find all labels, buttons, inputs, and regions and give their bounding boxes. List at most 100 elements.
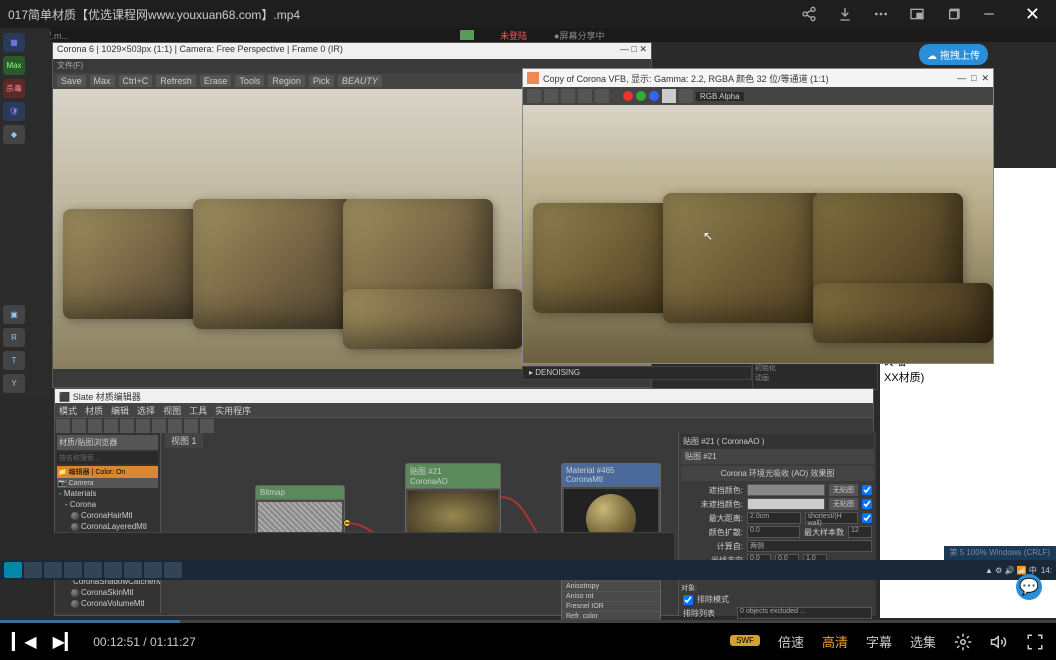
upload-button[interactable]: ☁拖拽上传	[919, 44, 988, 65]
search-field[interactable]: 按名称搜索...	[57, 452, 158, 464]
prop-btn[interactable]: 无贴图	[829, 498, 858, 510]
tool-btn[interactable]	[184, 419, 198, 433]
sidebar-icon[interactable]: ◆	[3, 125, 25, 144]
tool-btn[interactable]	[679, 89, 693, 103]
sidebar-icon[interactable]: Y	[3, 374, 25, 393]
red-dot-icon[interactable]	[623, 91, 633, 101]
menu-view[interactable]: 视图	[163, 404, 181, 416]
window-close-icon[interactable]: ✕	[639, 44, 647, 58]
preset-item[interactable]: 📷 Camera	[57, 478, 158, 488]
more-icon[interactable]	[873, 6, 889, 22]
pip-icon[interactable]	[909, 6, 925, 22]
window-min-icon[interactable]: —	[957, 73, 966, 83]
task-icon[interactable]	[104, 562, 122, 578]
prop-btn[interactable]: 无贴图	[829, 484, 858, 496]
tool-btn[interactable]	[544, 89, 558, 103]
subtitle-button[interactable]: 字幕	[866, 632, 892, 651]
toolbar-save[interactable]: Save	[57, 75, 86, 87]
system-tray[interactable]: ▲ ⚙ 🔊 📶 中 14:	[985, 565, 1052, 576]
quality-button[interactable]: 高清	[822, 632, 848, 651]
green-dot-icon[interactable]	[636, 91, 646, 101]
tool-btn[interactable]	[104, 419, 118, 433]
dropdown[interactable]: 两侧	[747, 540, 872, 552]
minimize-icon[interactable]	[981, 6, 997, 22]
sidebar-icon[interactable]: R	[3, 328, 25, 347]
toolbar-pick[interactable]: Pick	[309, 75, 334, 87]
toolbar-beauty[interactable]: BEAUTY	[338, 75, 382, 87]
tool-btn[interactable]	[152, 419, 166, 433]
blue-dot-icon[interactable]	[649, 91, 659, 101]
corona-group[interactable]: - Corona	[57, 499, 158, 510]
share-icon[interactable]	[801, 6, 817, 22]
sidebar-icon[interactable]: ▦	[3, 33, 25, 52]
tool-btn[interactable]	[578, 89, 592, 103]
copy-titlebar[interactable]: Copy of Corona VFB, 显示: Gamma: 2.2, RGBA…	[523, 69, 993, 87]
task-icon[interactable]	[44, 562, 62, 578]
corona-titlebar[interactable]: Corona 6 | 1029×503px (1:1) | Camera: Fr…	[53, 43, 651, 59]
task-icon[interactable]	[144, 562, 162, 578]
prop-tab[interactable]: 贴图 #21	[681, 449, 874, 464]
spinner[interactable]: 2.0cm	[747, 512, 801, 524]
sidebar-icon[interactable]: T	[3, 351, 25, 370]
tool-btn[interactable]	[72, 419, 86, 433]
node-slot[interactable]: Aniso rot	[562, 591, 660, 601]
menu-select[interactable]: 选择	[137, 404, 155, 416]
menu-utilities[interactable]: 实用程序	[215, 404, 251, 416]
spinner[interactable]: 0.0	[747, 526, 800, 538]
task-icon[interactable]	[84, 562, 102, 578]
toolbar-erase[interactable]: Erase	[200, 75, 232, 87]
tool-btn[interactable]	[527, 89, 541, 103]
node-slot[interactable]: Anisotropy	[562, 581, 660, 591]
tool-btn[interactable]	[88, 419, 102, 433]
restore-icon[interactable]	[945, 6, 961, 22]
toolbar-max[interactable]: Max	[90, 75, 115, 87]
toolbar-tools[interactable]: Tools	[235, 75, 264, 87]
task-icon[interactable]	[64, 562, 82, 578]
window-max-icon[interactable]: □	[971, 73, 976, 83]
color-swatch[interactable]	[747, 498, 825, 510]
playlist-button[interactable]: 选集	[910, 632, 936, 651]
task-icon[interactable]	[164, 562, 182, 578]
download-icon[interactable]	[837, 6, 853, 22]
checkbox[interactable]	[862, 513, 872, 523]
window-max-icon[interactable]: □	[632, 44, 637, 58]
material-item[interactable]: CoronaHairMtl	[57, 510, 158, 521]
channel-select[interactable]: RGB Alpha	[696, 92, 744, 101]
sidebar-icon-max[interactable]: Max	[3, 56, 25, 75]
progress-bar[interactable]	[0, 620, 1056, 623]
prev-button[interactable]: ▎◀	[12, 632, 37, 652]
task-icon[interactable]	[24, 562, 42, 578]
tool-btn[interactable]	[56, 419, 70, 433]
exclude-button[interactable]: 0 objects excluded ...	[737, 607, 872, 619]
chat-bubble-icon[interactable]: 💬	[1016, 574, 1042, 600]
toolbar-refresh[interactable]: Refresh	[156, 75, 196, 87]
start-button[interactable]	[4, 562, 22, 578]
material-item[interactable]: CoronaLayeredMtl	[57, 521, 158, 532]
checkbox[interactable]	[862, 499, 872, 509]
tool-btn[interactable]	[662, 89, 676, 103]
toolbar-copy[interactable]: Ctrl+C	[119, 75, 153, 87]
checkbox[interactable]	[683, 595, 693, 605]
node-slot[interactable]: Fresnel IOR	[562, 601, 660, 611]
task-icon[interactable]	[124, 562, 142, 578]
materials-group[interactable]: - Materials	[57, 488, 158, 499]
sidebar-icon[interactable]: ▣	[3, 305, 25, 324]
preset-bar[interactable]: 📁 编辑器 | Color: On	[57, 466, 158, 478]
checkbox[interactable]	[862, 485, 872, 495]
toolbar-region[interactable]: Region	[268, 75, 305, 87]
menu-edit[interactable]: 编辑	[111, 404, 129, 416]
volume-icon[interactable]	[990, 633, 1008, 651]
tool-btn[interactable]	[120, 419, 134, 433]
menu-tools[interactable]: 工具	[189, 404, 207, 416]
tool-btn[interactable]	[561, 89, 575, 103]
menu-material[interactable]: 材质	[85, 404, 103, 416]
close-button[interactable]: ✕	[1017, 4, 1048, 25]
sidebar-icon[interactable]: 🛡	[3, 102, 25, 121]
material-item[interactable]: CoronaVolumeMtl	[57, 598, 158, 609]
slate-titlebar[interactable]: ⬛ Slate 材质编辑器	[55, 389, 873, 403]
render-viewport-right[interactable]: ↖	[523, 105, 993, 363]
window-min-icon[interactable]: —	[620, 44, 629, 58]
fullscreen-icon[interactable]	[1026, 633, 1044, 651]
prop-btn[interactable]: shortest/(H wall)	[805, 512, 859, 524]
tool-btn[interactable]	[168, 419, 182, 433]
